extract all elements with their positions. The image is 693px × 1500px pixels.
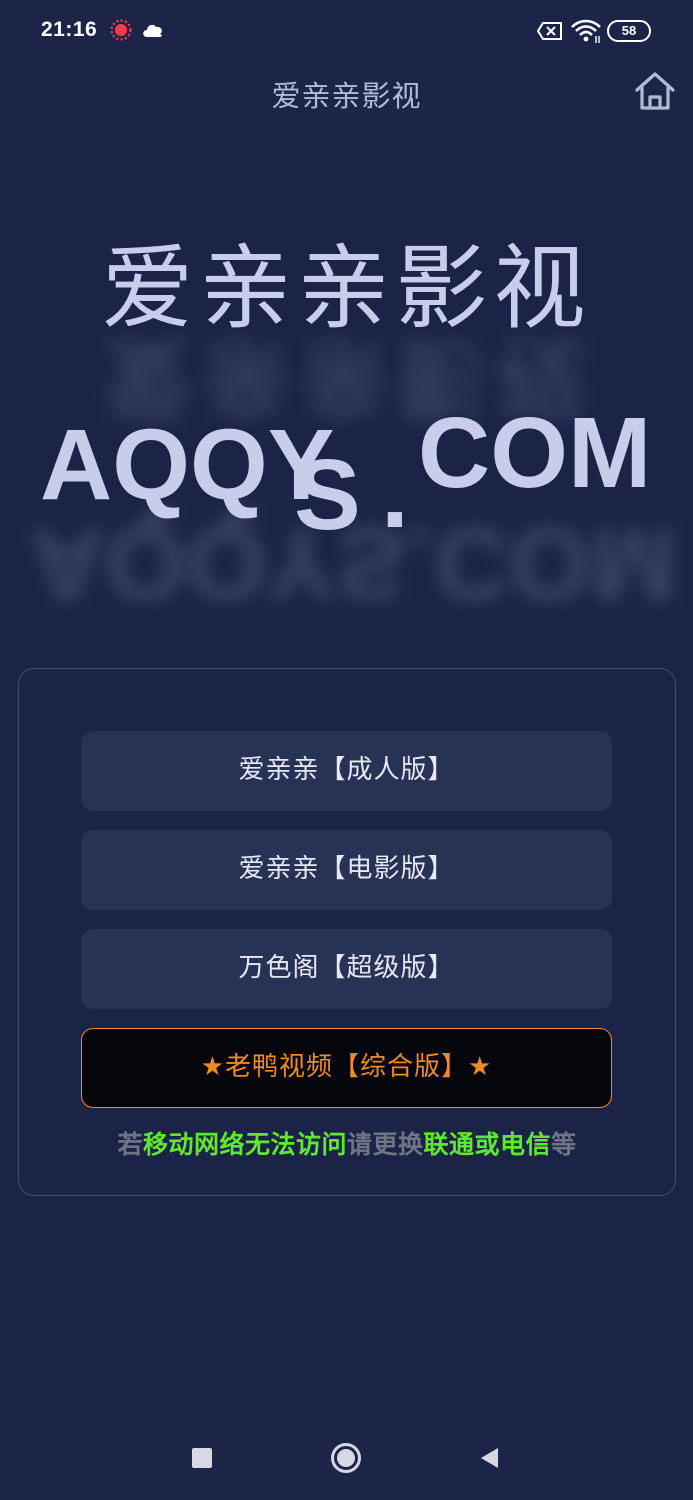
status-time: 21:16 <box>41 18 98 41</box>
link-button-movie[interactable]: 爱亲亲【电影版】 <box>81 830 612 910</box>
notice-text: 等 <box>551 1130 577 1159</box>
notice-text: 请更换 <box>346 1130 424 1159</box>
app-header: 爱亲亲影视 <box>0 62 693 128</box>
record-icon <box>110 19 132 41</box>
link-button-featured[interactable]: ★老鸭视频【综合版】★ <box>81 1028 612 1108</box>
hero-domain-part: COM <box>418 397 652 509</box>
home-icon[interactable] <box>632 69 678 113</box>
home-circle-icon[interactable] <box>330 1442 362 1474</box>
sim-x-icon <box>537 22 562 40</box>
hero-domain-part: . <box>381 437 409 549</box>
network-notice: 若移动网络无法访问请更换联通或电信等 <box>19 1125 675 1161</box>
notice-text: 若 <box>117 1130 143 1159</box>
notice-highlight: 联通或电信 <box>423 1130 552 1159</box>
wifi-icon <box>571 19 601 43</box>
battery-indicator: 58 <box>607 20 651 42</box>
notice-highlight: 移动网络无法访问 <box>142 1130 347 1159</box>
recents-square-icon[interactable] <box>192 1448 212 1468</box>
hero-domain: AQQY S . COM <box>40 397 680 551</box>
link-card: 爱亲亲【成人版】 爱亲亲【电影版】 万色阁【超级版】 ★老鸭视频【综合版】★ 若… <box>18 668 676 1196</box>
status-bar: 21:16 58 <box>0 0 693 62</box>
page-title: 爱亲亲影视 <box>271 79 422 113</box>
hero-domain-part: AQQY <box>40 409 335 521</box>
cloud-icon <box>143 24 162 37</box>
system-nav-bar <box>0 1416 693 1500</box>
back-triangle-icon[interactable] <box>478 1446 500 1470</box>
link-button-super[interactable]: 万色阁【超级版】 <box>81 929 612 1009</box>
link-button-adult[interactable]: 爱亲亲【成人版】 <box>81 731 612 811</box>
hero-domain-part: S <box>294 439 361 551</box>
